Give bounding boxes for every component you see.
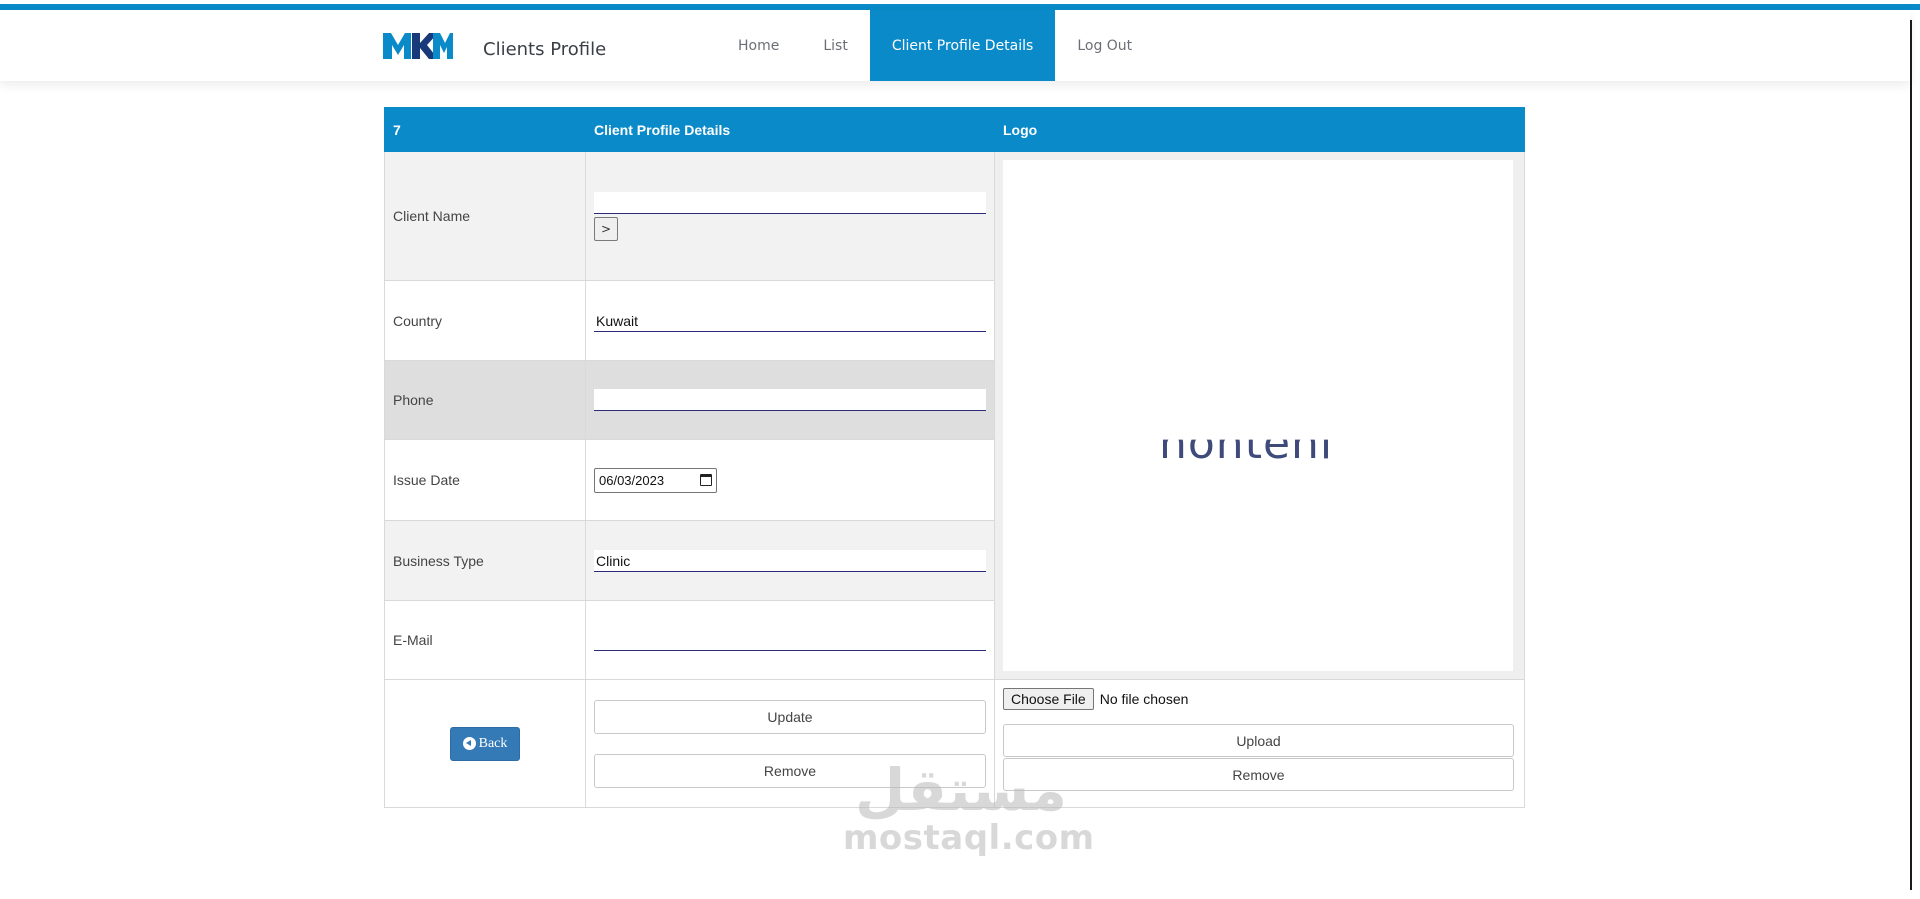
choose-file-button[interactable]: Choose File (1003, 688, 1094, 710)
update-remove-cell: Update Remove (585, 679, 995, 808)
issue-date-value: 06/03/2023 (599, 472, 665, 488)
navbar: Clients Profile Home List Client Profile… (0, 10, 1910, 81)
brand-logo[interactable] (383, 24, 453, 66)
label-issue-date: Issue Date (384, 439, 586, 522)
brand-title: Clients Profile (483, 39, 607, 60)
header-details: Client Profile Details (585, 107, 995, 152)
nav-log-out[interactable]: Log Out (1055, 10, 1154, 81)
nav-client-profile-details[interactable]: Client Profile Details (869, 10, 1056, 81)
header-logo: Logo (994, 107, 1525, 152)
phone-cell (585, 359, 995, 441)
label-business-type: Business Type (384, 520, 586, 601)
back-button[interactable]: Back (449, 726, 521, 761)
page-edge-line (1910, 20, 1912, 890)
nav-home[interactable]: Home (716, 10, 801, 81)
logo-actions-cell: Choose File No file chosen Upload Remove (994, 679, 1525, 808)
remove-button[interactable]: Remove (594, 753, 986, 788)
chevron-left-circle-icon (462, 737, 476, 750)
update-button[interactable]: Update (594, 699, 986, 734)
mkm-logo-icon (383, 33, 453, 59)
logo-preview: nonteni (1003, 160, 1513, 671)
header-client-id: 7 (384, 107, 586, 152)
email-cell (585, 599, 995, 681)
label-country: Country (384, 280, 586, 361)
issue-date-input[interactable]: 06/03/2023 (594, 467, 717, 493)
label-email: E-Mail (384, 599, 586, 681)
country-cell (585, 280, 995, 361)
label-client-name: Client Name (384, 150, 586, 282)
client-name-cell: > (585, 150, 995, 282)
business-type-input[interactable] (594, 549, 986, 572)
country-input[interactable] (594, 309, 986, 332)
logo-preview-text: nonteni (1159, 418, 1334, 469)
client-name-go-button[interactable]: > (594, 216, 618, 241)
issue-date-cell: 06/03/2023 (585, 439, 995, 522)
label-phone: Phone (384, 359, 586, 441)
back-cell: Back (384, 679, 586, 808)
back-button-label: Back (478, 735, 508, 751)
main-nav: Home List Client Profile Details Log Out (716, 10, 1154, 81)
upload-button[interactable]: Upload (1003, 724, 1514, 757)
business-type-cell (585, 520, 995, 601)
calendar-icon[interactable] (700, 474, 712, 487)
client-name-input[interactable] (594, 191, 986, 214)
file-status: No file chosen (1099, 691, 1189, 707)
email-input[interactable] (594, 628, 986, 651)
client-profile-table: 7 Client Profile Details Logo Client Nam… (384, 107, 1525, 808)
watermark-latin: mostaql.com (843, 818, 1095, 858)
phone-input[interactable] (594, 388, 986, 411)
logo-cell: nonteni (994, 151, 1525, 680)
remove-logo-button[interactable]: Remove (1003, 758, 1514, 791)
file-picker: Choose File No file chosen (1003, 688, 1516, 710)
nav-list[interactable]: List (801, 10, 869, 81)
